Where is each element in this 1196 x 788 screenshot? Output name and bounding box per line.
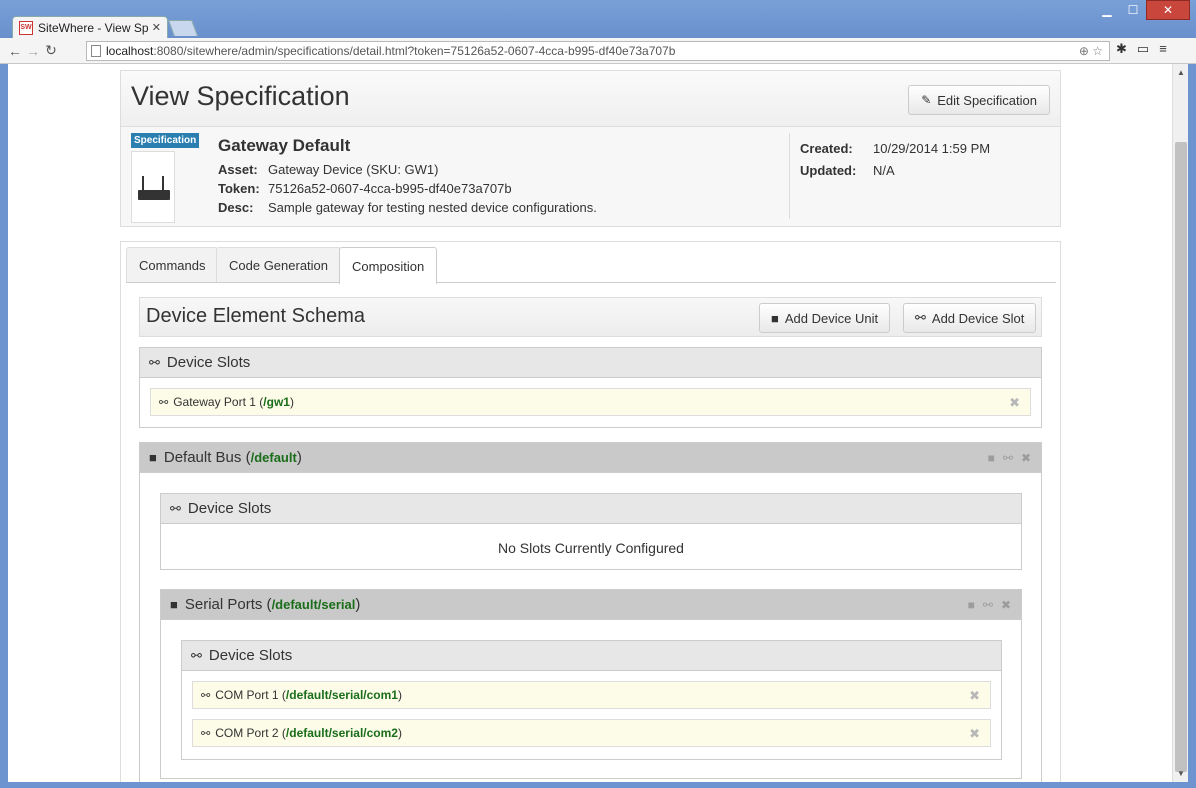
specification-badge: Specification: [131, 133, 200, 148]
device-slot-com-port-1[interactable]: ⚯ COM Port 1 (/default/serial/com1) ✖: [192, 681, 991, 709]
serial-ports-slots-panel: ⚯ Device Slots ⚯ COM Port 1 (/default/se…: [181, 640, 1002, 760]
tab-commands[interactable]: Commands: [126, 247, 219, 282]
vertical-scrollbar[interactable]: ▲ ▼: [1172, 64, 1188, 782]
link-icon: ⚯: [201, 727, 211, 740]
address-bar[interactable]: localhost:8080/sitewhere/admin/specifica…: [86, 41, 1110, 61]
asset-value: Gateway Device (SKU: GW1): [268, 162, 439, 177]
device-slot-gateway-port-1[interactable]: ⚯ Gateway Port 1 (/gw1) ✖: [150, 388, 1031, 416]
schema-title: Device Element Schema: [146, 305, 365, 327]
device-slot-com-port-2[interactable]: ⚯ COM Port 2 (/default/serial/com2) ✖: [192, 719, 991, 747]
menu-icon[interactable]: ≡: [1159, 41, 1167, 57]
forward-arrow-icon[interactable]: →: [24, 43, 42, 59]
add-unit-folder-icon[interactable]: ■: [968, 598, 975, 612]
specification-tabs: Commands Code Generation Composition Dev…: [120, 241, 1061, 782]
root-device-slots-panel: ⚯ Device Slots ⚯ Gateway Port 1 (/gw1) ✖: [139, 347, 1042, 428]
specification-name: Gateway Default: [218, 136, 351, 155]
link-icon: ⚯: [159, 396, 169, 409]
scroll-thumb[interactable]: [1175, 142, 1187, 772]
updated-row: Updated: N/A: [800, 163, 895, 178]
created-value: 10/29/2014 1:59 PM: [873, 141, 991, 156]
new-tab-button[interactable]: [168, 20, 198, 36]
edit-specification-button[interactable]: ✎ Edit Specification: [908, 85, 1050, 115]
token-row: Token: 75126a52-0607-4cca-b995-df40e73a70…: [218, 181, 512, 196]
specification-header: View Specification ✎ Edit Specification …: [120, 70, 1061, 227]
delete-unit-icon[interactable]: ✖: [1001, 598, 1011, 612]
scroll-up-icon[interactable]: ▲: [1173, 68, 1188, 77]
tab-bar: Commands Code Generation Composition: [126, 247, 1056, 284]
page-icon: [91, 45, 101, 57]
tab-code-generation[interactable]: Code Generation: [216, 247, 342, 282]
no-slots-message: No Slots Currently Configured: [498, 540, 684, 556]
bookmark-star-icon[interactable]: ☆: [1092, 44, 1103, 58]
device-slots-header: ⚯ Device Slots: [140, 348, 1041, 378]
browser-toolbar: ← → ↻ localhost:8080/sitewhere/admin/spe…: [0, 38, 1196, 64]
extension-gear-icon[interactable]: ✱: [1116, 41, 1127, 57]
scroll-down-icon[interactable]: ▼: [1173, 769, 1188, 778]
close-window-button[interactable]: ✕: [1146, 0, 1190, 20]
asset-row: Asset: Gateway Device (SKU: GW1): [218, 162, 439, 177]
device-element-schema-header: Device Element Schema ■ Add Device Unit …: [139, 297, 1042, 337]
description-value: Sample gateway for testing nested device…: [268, 200, 597, 215]
serial-ports-header: ■ Serial Ports (/default/serial) ■ ⚯ ✖: [161, 590, 1021, 620]
edit-specification-label: Edit Specification: [937, 92, 1037, 108]
tab-close-icon[interactable]: ✕: [152, 21, 161, 34]
description-row: Desc: Sample gateway for testing nested d…: [218, 200, 597, 215]
folder-icon: ■: [771, 310, 779, 326]
link-icon: ⚯: [191, 647, 202, 663]
maximize-button[interactable]: ☐: [1120, 0, 1146, 20]
delete-unit-icon[interactable]: ✖: [1021, 451, 1031, 465]
window-titlebar: SW SiteWhere - View Sp ✕ ▁ ☐ ✕: [0, 0, 1196, 38]
default-bus-header: ■ Default Bus (/default) ■ ⚯ ✖: [140, 443, 1041, 473]
add-device-unit-button[interactable]: ■ Add Device Unit: [759, 303, 891, 333]
tab-title: SiteWhere - View Sp: [38, 20, 149, 35]
delete-slot-icon[interactable]: ✖: [969, 688, 980, 704]
add-slot-link-icon[interactable]: ⚯: [1003, 451, 1013, 465]
add-unit-folder-icon[interactable]: ■: [988, 451, 995, 465]
link-icon: ⚯: [201, 689, 211, 702]
reload-icon[interactable]: ↻: [42, 42, 60, 59]
default-bus-slots-panel: ⚯ Device Slots No Slots Currently Config…: [160, 493, 1022, 570]
serial-ports-panel: ■ Serial Ports (/default/serial) ■ ⚯ ✖ ⚯…: [160, 589, 1022, 779]
specification-meta: Created: 10/29/2014 1:59 PM Updated: N/A: [789, 133, 990, 219]
pencil-icon: ✎: [921, 93, 932, 107]
updated-value: N/A: [873, 163, 895, 178]
delete-slot-icon[interactable]: ✖: [969, 726, 980, 742]
link-icon: ⚯: [149, 354, 160, 370]
cast-icon[interactable]: ▭: [1137, 41, 1149, 57]
url-path: :8080/sitewhere/admin/specifications/det…: [153, 44, 676, 58]
url-host: localhost: [106, 44, 154, 58]
link-icon: ⚯: [170, 500, 181, 516]
add-device-slot-button[interactable]: ⚯ Add Device Slot: [903, 303, 1037, 333]
tab-composition[interactable]: Composition: [339, 247, 438, 284]
browser-tab[interactable]: SW SiteWhere - View Sp ✕: [12, 16, 168, 38]
folder-icon: ■: [149, 450, 157, 465]
gateway-device-image: [131, 151, 175, 223]
created-row: Created: 10/29/2014 1:59 PM: [800, 141, 991, 156]
back-arrow-icon[interactable]: ←: [6, 43, 24, 59]
page-viewport: View Specification ✎ Edit Specification …: [8, 64, 1188, 782]
minimize-button[interactable]: ▁: [1094, 0, 1120, 20]
add-slot-link-icon[interactable]: ⚯: [983, 598, 993, 612]
folder-icon: ■: [170, 597, 178, 612]
link-icon: ⚯: [915, 310, 926, 325]
sitewhere-favicon-icon: SW: [19, 20, 33, 35]
default-bus-panel: ■ Default Bus (/default) ■ ⚯ ✖ ⚯ Device …: [139, 442, 1042, 782]
token-value: 75126a52-0607-4cca-b995-df40e73a707b: [268, 181, 512, 196]
delete-slot-icon[interactable]: ✖: [1009, 395, 1020, 411]
zoom-icon[interactable]: ⊕: [1079, 44, 1089, 58]
page-title: View Specification: [131, 81, 350, 111]
